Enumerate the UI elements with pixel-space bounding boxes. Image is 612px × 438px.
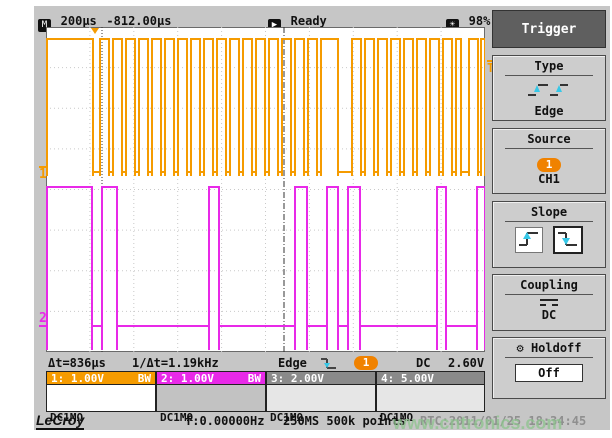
divider xyxy=(505,148,593,149)
ch2-info-box: DC1MΩ ofs-3.30V xyxy=(156,385,266,412)
trigger-coupling-button[interactable]: Coupling DC xyxy=(492,274,606,331)
falling-edge-icon xyxy=(320,357,338,370)
trigger-slope-button[interactable]: Slope xyxy=(492,201,606,268)
source-value: CH1 xyxy=(493,172,605,186)
slope-label: Slope xyxy=(493,202,605,219)
ch1-info-box: DC1MΩ ofs420mV xyxy=(46,385,156,412)
trigger-source-badge: 1 xyxy=(354,356,378,370)
edge-trigger-icon xyxy=(526,80,572,100)
trigger-source-button[interactable]: Source 1 CH1 xyxy=(492,128,606,194)
type-value: Edge xyxy=(493,104,605,118)
inverse-delta-t-readout: 1/Δt=1.19kHz xyxy=(132,356,219,370)
rising-slope-option[interactable] xyxy=(515,227,543,253)
acquisition-status: Ready xyxy=(291,14,327,28)
waveform-display xyxy=(46,27,485,352)
rising-edge-icon xyxy=(517,228,541,250)
trigger-type-readout: Edge xyxy=(278,356,307,370)
trigger-level-readout: 2.60V xyxy=(448,356,484,370)
trigger-coupling-readout: DC xyxy=(416,356,430,370)
ch4-header[interactable]: 4: 5.00V xyxy=(376,371,485,385)
falling-slope-option[interactable] xyxy=(553,226,583,254)
source-channel-badge: 1 xyxy=(537,158,561,172)
dc-coupling-icon xyxy=(540,299,558,306)
trigger-type-button[interactable]: Type Edge xyxy=(492,55,606,121)
ch3-header[interactable]: 3: 2.00V xyxy=(266,371,376,385)
coupling-value: DC xyxy=(493,308,605,322)
divider xyxy=(505,294,593,295)
holdoff-value-box[interactable]: Off xyxy=(515,364,583,382)
lecroy-logo: LeCroy xyxy=(36,413,84,430)
ch2-ground-marker[interactable]: 2 xyxy=(39,312,47,327)
watermark: www.cntronics.com xyxy=(393,413,562,434)
sample-rate-readout: 250MS 500k points xyxy=(283,414,406,428)
gear-icon: ⚙ xyxy=(516,341,523,355)
oscilloscope-screen: M 200μs -812.00μs ▶ Ready ☀ 98% 1 2 T Δt… xyxy=(0,0,612,438)
ch2-header[interactable]: 2: 1.00V BW xyxy=(156,371,266,385)
falling-edge-icon xyxy=(556,228,580,250)
type-label: Type xyxy=(493,56,605,73)
trigger-delay-value: -812.00μs xyxy=(106,14,171,28)
delta-t-readout: Δt=836μs xyxy=(48,356,106,370)
trigger-holdoff-button[interactable]: ⚙ Holdoff Off xyxy=(492,337,606,399)
trigger-menu-title: Trigger xyxy=(492,10,606,48)
ch3-info-box: DC1MΩ Empty xyxy=(266,385,376,412)
ch1-ground-marker[interactable]: 1 xyxy=(39,166,47,181)
coupling-label: Coupling xyxy=(493,275,605,292)
ch2-bw-flag: BW xyxy=(248,372,261,386)
frequency-counter: f:0.00000Hz xyxy=(185,414,264,428)
brightness-value: 98% xyxy=(469,14,491,28)
ch3-scale: 3: 2.00V xyxy=(271,372,324,385)
divider xyxy=(505,75,593,76)
source-label: Source xyxy=(493,129,605,146)
ch1-scale: 1: 1.00V xyxy=(51,372,104,385)
ch1-header[interactable]: 1: 1.00V BW xyxy=(46,371,156,385)
timebase-value: 200μs xyxy=(61,14,97,28)
ch4-scale: 4: 5.00V xyxy=(381,372,434,385)
ch4-info-box: DC1MΩ Empty xyxy=(376,385,485,412)
divider xyxy=(505,357,593,358)
ch2-scale: 2: 1.00V xyxy=(161,372,214,385)
ch1-bw-flag: BW xyxy=(138,372,151,386)
holdoff-label: Holdoff xyxy=(531,341,582,355)
divider xyxy=(505,221,593,222)
